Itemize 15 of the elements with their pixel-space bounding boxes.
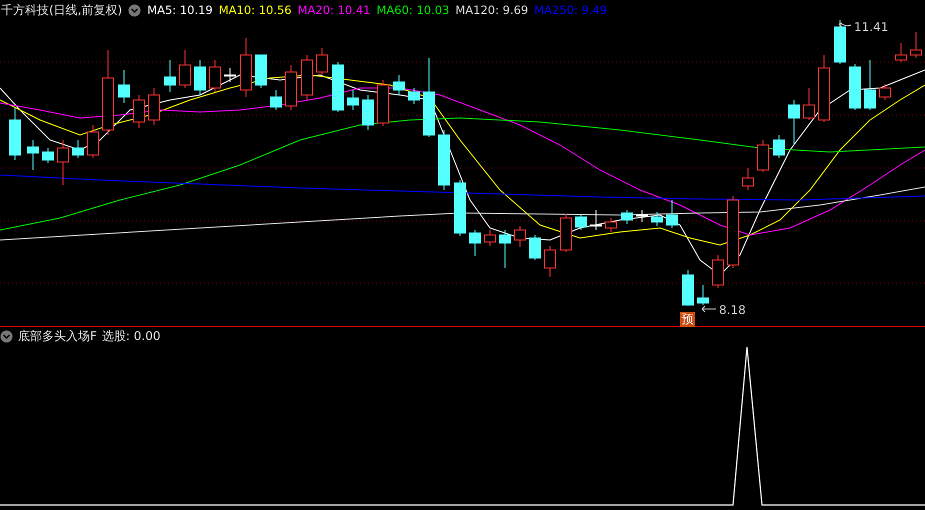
dropdown-icon[interactable] [0,330,13,342]
moving-average-value: MA5: 10.19 [147,3,213,17]
leader-line [701,305,717,315]
moving-average-value: MA10: 10.56 [218,3,292,17]
low-price-label: 8.18 [719,303,746,317]
dropdown-icon[interactable] [128,4,142,16]
stock-title: 千方科技(日线,前复权) [1,2,122,18]
moving-average-value: MA60: 10.03 [376,3,450,17]
indicator-name: 底部多头入场F [18,328,97,344]
moving-average-value: MA250: 9.49 [534,3,608,17]
forecast-badge: 预 [680,312,695,327]
indicator-reading: 选股: 0.00 [102,328,160,344]
moving-average-value: MA20: 10.41 [298,3,370,17]
high-price-label: 11.41 [854,20,888,34]
moving-average-value: MA120: 9.69 [455,3,528,17]
